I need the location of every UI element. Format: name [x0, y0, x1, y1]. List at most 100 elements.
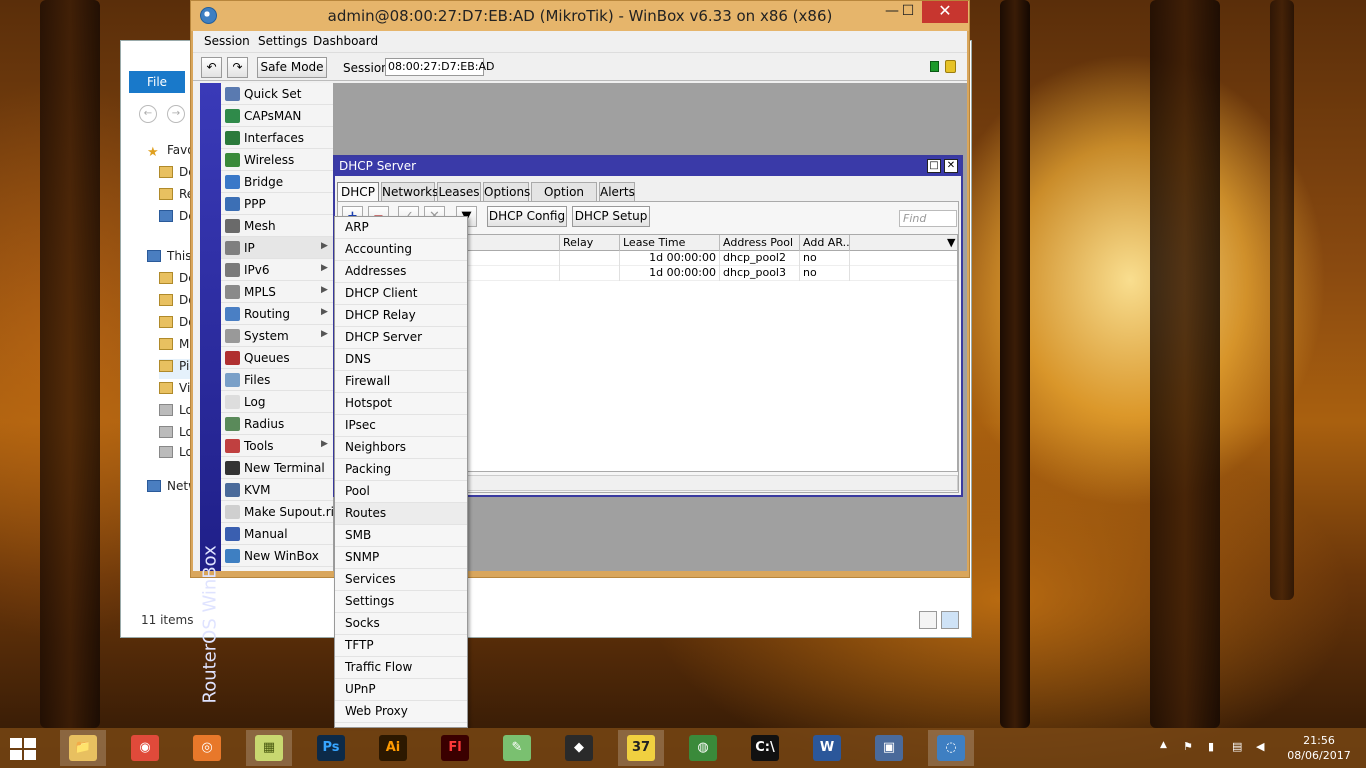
- ip-submenu-item[interactable]: Firewall: [335, 371, 467, 393]
- column-lease-time[interactable]: Lease Time: [620, 235, 720, 251]
- taskbar-file-explorer-button[interactable]: 📁: [60, 730, 106, 766]
- ip-submenu-item[interactable]: Services: [335, 569, 467, 591]
- forward-icon[interactable]: →: [167, 105, 185, 123]
- menu-session[interactable]: Session: [204, 34, 250, 48]
- ip-submenu-item[interactable]: Packing: [335, 459, 467, 481]
- ip-submenu-item[interactable]: DHCP Server: [335, 327, 467, 349]
- back-icon[interactable]: ←: [139, 105, 157, 123]
- taskbar-network-button[interactable]: ◍: [680, 730, 726, 766]
- side-menu-item[interactable]: Radius: [221, 413, 333, 435]
- find-input[interactable]: Find: [899, 210, 957, 227]
- side-menu-item[interactable]: Manual: [221, 523, 333, 545]
- side-menu-item[interactable]: Bridge: [221, 171, 333, 193]
- dhcp-setup-button[interactable]: DHCP Setup: [572, 206, 650, 227]
- battery-icon[interactable]: ▮: [1208, 740, 1214, 753]
- side-menu-item[interactable]: Interfaces: [221, 127, 333, 149]
- ip-submenu-item[interactable]: Accounting: [335, 239, 467, 261]
- tab-alerts[interactable]: Alerts: [599, 182, 635, 202]
- ip-submenu-item[interactable]: Hotspot: [335, 393, 467, 415]
- taskbar-photoshop-button[interactable]: Ps: [308, 730, 354, 766]
- ip-submenu-item[interactable]: Routes: [335, 503, 467, 525]
- tab-leases[interactable]: Leases: [437, 182, 481, 202]
- menu-settings[interactable]: Settings: [258, 34, 307, 48]
- flag-icon[interactable]: ⚑: [1183, 740, 1193, 753]
- close-button[interactable]: ✕: [922, 1, 968, 23]
- dhcp-maximize-button[interactable]: □: [927, 159, 941, 173]
- side-menu-item[interactable]: Quick Set: [221, 83, 333, 105]
- side-menu-item[interactable]: Files: [221, 369, 333, 391]
- side-menu-item[interactable]: Log: [221, 391, 333, 413]
- ip-submenu-item[interactable]: IPsec: [335, 415, 467, 437]
- taskbar-cmd-button[interactable]: C:\: [742, 730, 788, 766]
- taskbar-word-button[interactable]: W: [804, 730, 850, 766]
- ip-submenu-item[interactable]: TFTP: [335, 635, 467, 657]
- side-menu-item[interactable]: Make Supout.rif: [221, 501, 338, 523]
- side-menu-item[interactable]: Tools ▶: [221, 435, 333, 457]
- side-menu-item[interactable]: KVM: [221, 479, 333, 501]
- ip-submenu-item[interactable]: DNS: [335, 349, 467, 371]
- column-relay[interactable]: Relay: [560, 235, 620, 251]
- details-view-icon[interactable]: [919, 611, 937, 629]
- side-menu-item[interactable]: IP ▶: [221, 237, 333, 259]
- ip-submenu-item[interactable]: Socks: [335, 613, 467, 635]
- side-menu-item[interactable]: MPLS ▶: [221, 281, 333, 303]
- taskbar-virtualbox-button[interactable]: ▣: [866, 730, 912, 766]
- start-button[interactable]: [10, 738, 38, 760]
- ip-submenu-item[interactable]: Web Proxy: [335, 701, 467, 723]
- tab-dhcp[interactable]: DHCP: [337, 182, 379, 202]
- ip-submenu-item[interactable]: Addresses: [335, 261, 467, 283]
- session-field[interactable]: 08:00:27:D7:EB:AD: [385, 58, 494, 76]
- network-tray-icon[interactable]: ▤: [1232, 740, 1242, 753]
- ip-submenu-item[interactable]: UPnP: [335, 679, 467, 701]
- winbox-titlebar[interactable]: admin@08:00:27:D7:EB:AD (MikroTik) - Win…: [191, 1, 969, 31]
- large-icons-view-icon[interactable]: [941, 611, 959, 629]
- explorer-file-tab[interactable]: File: [129, 71, 185, 93]
- ip-submenu-item[interactable]: Pool: [335, 481, 467, 503]
- taskbar-flash-button[interactable]: Fl: [432, 730, 478, 766]
- ip-submenu-item[interactable]: Settings: [335, 591, 467, 613]
- side-menu-item[interactable]: PPP: [221, 193, 333, 215]
- taskbar-folder-button[interactable]: ▦: [246, 730, 292, 766]
- redo-button[interactable]: ↷: [227, 57, 248, 78]
- side-menu-item[interactable]: IPv6 ▶: [221, 259, 333, 281]
- side-menu-item[interactable]: Mesh: [221, 215, 333, 237]
- tray-overflow-icon[interactable]: ▲: [1160, 740, 1167, 750]
- ip-submenu-item[interactable]: Neighbors: [335, 437, 467, 459]
- columns-dropdown-icon[interactable]: ▼: [945, 235, 959, 251]
- taskbar-calendar-button[interactable]: 37: [618, 730, 664, 766]
- ip-submenu-item[interactable]: SNMP: [335, 547, 467, 569]
- taskbar-winbox-button[interactable]: ◌: [928, 730, 974, 766]
- side-menu-item[interactable]: New WinBox: [221, 545, 333, 567]
- maximize-button[interactable]: ☐: [893, 1, 923, 23]
- undo-button[interactable]: ↶: [201, 57, 222, 78]
- dhcp-close-button[interactable]: ✕: [944, 159, 958, 173]
- side-menu-item[interactable]: CAPsMAN: [221, 105, 333, 127]
- dhcp-config-button[interactable]: DHCP Config: [487, 206, 567, 227]
- taskbar-firefox-button[interactable]: ◎: [184, 730, 230, 766]
- taskbar-chrome-button[interactable]: ◉: [122, 730, 168, 766]
- side-menu-item[interactable]: System ▶: [221, 325, 333, 347]
- taskbar-illustrator-button[interactable]: Ai: [370, 730, 416, 766]
- side-menu-item[interactable]: New Terminal: [221, 457, 333, 479]
- ip-submenu-item[interactable]: ARP: [335, 217, 467, 239]
- tab-networks[interactable]: Networks: [381, 182, 438, 202]
- tab-options[interactable]: Options: [483, 182, 530, 202]
- menu-dashboard[interactable]: Dashboard: [313, 34, 378, 48]
- side-menu-item[interactable]: Queues: [221, 347, 333, 369]
- taskbar-clock[interactable]: 21:56 08/06/2017: [1284, 733, 1354, 763]
- safe-mode-button[interactable]: Safe Mode: [257, 57, 327, 78]
- column-address-pool[interactable]: Address Pool: [720, 235, 800, 251]
- side-menu-item[interactable]: Wireless: [221, 149, 333, 171]
- ip-submenu-item[interactable]: Traffic Flow: [335, 657, 467, 679]
- column-add-arp[interactable]: Add AR...: [800, 235, 850, 251]
- dhcp-title-bar[interactable]: DHCP Server □ ✕: [335, 157, 961, 176]
- tab-option-sets[interactable]: Option Sets: [531, 182, 597, 217]
- taskbar-notepad-plus-button[interactable]: ✎: [494, 730, 540, 766]
- tools-icon: [225, 439, 240, 453]
- side-menu-item[interactable]: Routing ▶: [221, 303, 333, 325]
- volume-icon[interactable]: ◀: [1256, 740, 1264, 753]
- ip-submenu-item[interactable]: SMB: [335, 525, 467, 547]
- ip-submenu-item[interactable]: DHCP Client: [335, 283, 467, 305]
- ip-submenu-item[interactable]: DHCP Relay: [335, 305, 467, 327]
- taskbar-inkscape-button[interactable]: ◆: [556, 730, 602, 766]
